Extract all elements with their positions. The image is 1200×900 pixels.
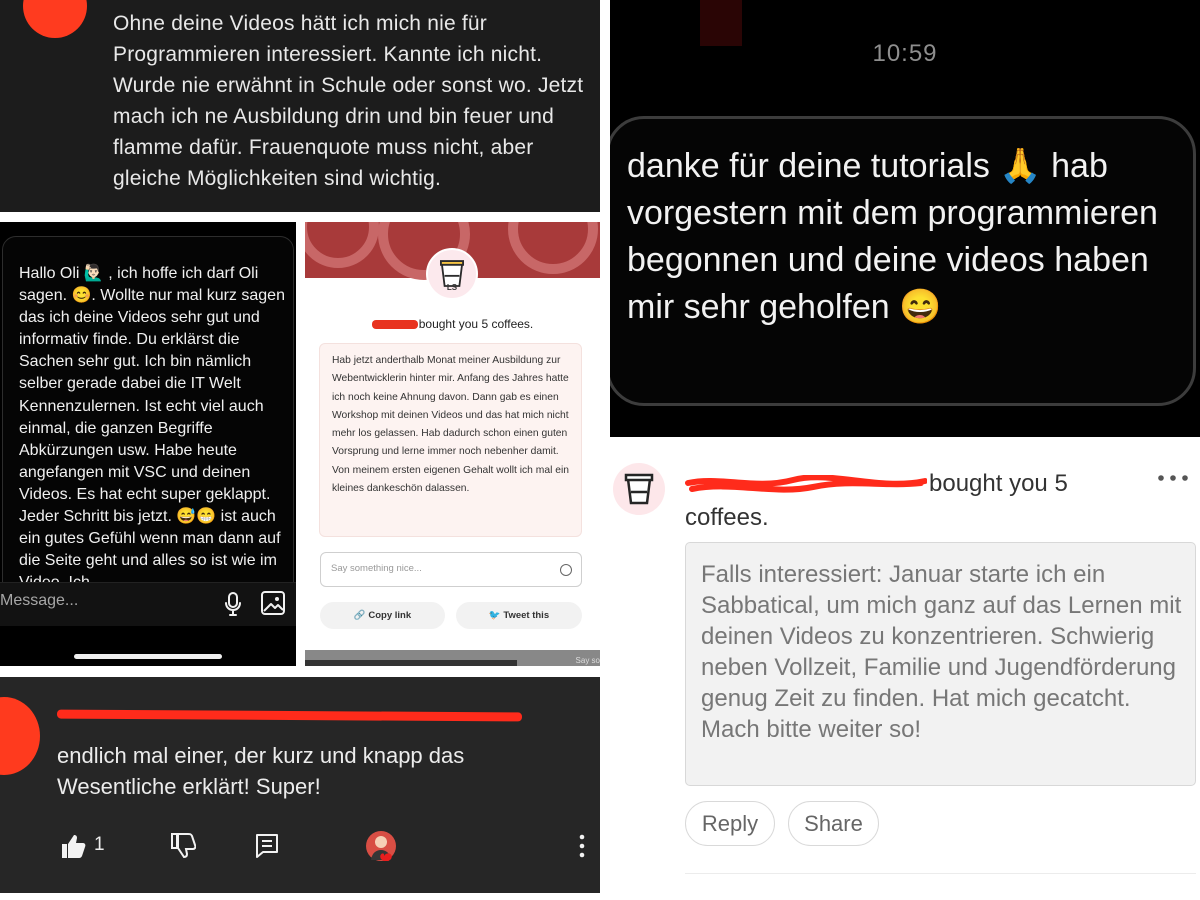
divider [685,873,1196,874]
youtube-comment-panel-top: Ohne deine Videos hätt ich mich nie für … [0,0,600,212]
image-icon[interactable] [260,590,286,616]
buy-me-a-coffee-card: LS bought you 5 coffees. Hab jetzt ander… [305,222,600,666]
supporter-note: Hab jetzt anderthalb Monat meiner Ausbil… [319,343,582,537]
thumb-up-icon[interactable] [58,832,86,860]
redacted-name [371,320,418,330]
coffee-message-box: Falls interessiert: Januar starte ich ei… [685,542,1196,786]
footer-hint: Say so [575,656,600,665]
say-something-input[interactable]: Say something nice... [320,552,582,587]
message-text: danke für deine tutorials 🙏 hab vorgeste… [627,147,1158,326]
comment-text: Ohne deine Videos hätt ich mich nie für … [113,12,584,190]
creator-heart-avatar [366,831,396,863]
tweet-this-button[interactable]: 🐦 Tweet this [456,602,582,629]
message-time: 10:59 [872,40,938,67]
direct-message-panel: 10:59 danke für deine tutorials 🙏 hab vo… [610,0,1200,437]
supporter-line: bought you 5 coffees. [305,317,600,331]
thumb-down-icon[interactable] [168,832,196,860]
coffee-comment-panel: bought you 5 coffees. Falls interessiert… [610,442,1200,893]
bought-text: bought you 5 coffees. [418,317,534,331]
reply-button[interactable]: Reply [685,801,775,846]
reply-icon[interactable] [253,832,281,860]
logo-initials: LS [446,283,458,292]
copy-link-label: Copy link [368,610,412,621]
message-card: Hallo Oli 🙋🏻‍♂️ , ich hoffe ich darf Oli… [2,236,294,596]
instagram-chat-panel: Hallo Oli 🙋🏻‍♂️ , ich hoffe ich darf Oli… [0,222,296,666]
like-count: 1 [94,834,105,855]
coffee-message-text: Falls interessiert: Januar starte ich ei… [701,561,1182,743]
tweet-label: Tweet this [503,610,550,621]
message-bubble: danke für deine tutorials 🙏 hab vorgeste… [610,116,1196,406]
comment-text: endlich mal einer, der kurz und knapp da… [57,743,465,799]
more-icon[interactable] [568,832,596,860]
share-button[interactable]: Share [788,801,879,846]
link-icon: 🔗 [353,610,366,621]
message-input-placeholder[interactable]: Message... [0,592,78,610]
footer-divider [305,660,517,666]
message-input-bar[interactable]: Message... [0,582,296,626]
youtube-comment-panel-bottom: endlich mal einer, der kurz und knapp da… [0,677,600,893]
copy-link-button[interactable]: 🔗 Copy link [320,602,445,629]
redacted-name-scribble [685,475,927,493]
microphone-icon[interactable] [222,591,244,617]
coffee-cup-icon [613,463,665,515]
coffee-cup-icon: LS [426,248,478,300]
redacted-username [56,709,523,722]
twitter-icon: 🐦 [488,610,501,621]
instagram-message-text: Hallo Oli 🙋🏻‍♂️ , ich hoffe ich darf Oli… [19,265,285,591]
redacted-avatar [0,697,40,775]
home-indicator [74,654,222,659]
comment-header: bought you 5 coffees. [685,467,1125,535]
say-something-placeholder[interactable]: Say something nice... [331,563,422,574]
more-icon[interactable] [1156,473,1190,483]
redacted-avatar [23,0,87,38]
supporter-note-text: Hab jetzt anderthalb Monat meiner Ausbil… [332,355,569,495]
emoji-icon[interactable] [560,564,572,576]
